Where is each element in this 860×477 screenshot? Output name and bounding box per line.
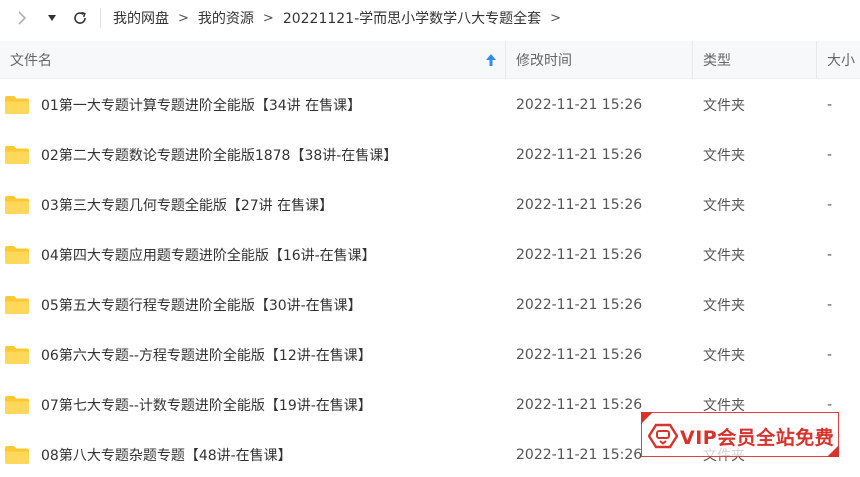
column-header-name[interactable]: 文件名 (0, 40, 506, 79)
file-name-cell: 03第三大专题几何专题全能版【27讲 在售课】 (0, 195, 506, 215)
vip-watermark-frame: VIP会员全站免费 (641, 412, 839, 457)
file-type: 文件夹 (703, 198, 745, 214)
breadcrumb-item-my-resources[interactable]: 我的资源 (198, 8, 254, 28)
breadcrumb-item-my-drive[interactable]: 我的网盘 (113, 8, 169, 28)
file-name-cell: 06第六大专题--方程专题进阶全能版【12讲-在售课】 (0, 345, 506, 365)
file-size: - (827, 197, 833, 213)
file-name: 08第八大专题杂题专题【48讲-在售课】 (41, 448, 292, 464)
file-size: - (827, 397, 833, 413)
column-header-name-label: 文件名 (10, 52, 52, 69)
breadcrumb-separator: > (262, 10, 274, 26)
file-size: - (827, 147, 833, 163)
folder-icon (5, 246, 29, 264)
column-header-modified[interactable]: 修改时间 (506, 40, 693, 79)
file-name: 01第一大专题计算专题进阶全能版【34讲 在售课】 (41, 98, 362, 114)
folder-icon (5, 346, 29, 364)
file-modified: 2022-11-21 15:26 (516, 247, 643, 263)
file-row[interactable]: 04第四大专题应用题专题进阶全能版【16讲-在售课】 2022-11-21 15… (0, 230, 860, 280)
file-type: 文件夹 (703, 98, 745, 114)
vip-logo-icon (648, 423, 678, 449)
file-name: 02第二大专题数论专题进阶全能版1878【38讲-在售课】 (41, 148, 398, 164)
folder-icon (5, 446, 29, 464)
vip-watermark-text: VIP会员全站免费 (680, 427, 835, 449)
file-modified: 2022-11-21 15:26 (516, 347, 643, 363)
column-header-type-label: 类型 (703, 52, 731, 69)
file-type: 文件夹 (703, 148, 745, 164)
file-row[interactable]: 05第五大专题行程专题进阶全能版【30讲-在售课】 2022-11-21 15:… (0, 280, 860, 330)
breadcrumb-separator: > (178, 10, 189, 26)
file-row[interactable]: 03第三大专题几何专题全能版【27讲 在售课】 2022-11-21 15:26… (0, 180, 860, 230)
file-name-cell: 04第四大专题应用题专题进阶全能版【16讲-在售课】 (0, 245, 506, 265)
column-header-type[interactable]: 类型 (693, 40, 817, 79)
file-name-cell: 08第八大专题杂题专题【48讲-在售课】 (0, 445, 506, 465)
file-name-cell: 01第一大专题计算专题进阶全能版【34讲 在售课】 (0, 95, 506, 115)
folder-icon (5, 96, 29, 114)
file-name-cell: 05第五大专题行程专题进阶全能版【30讲-在售课】 (0, 295, 506, 315)
folder-icon (5, 196, 29, 214)
toolbar-divider (100, 8, 101, 28)
file-row[interactable]: 02第二大专题数论专题进阶全能版1878【38讲-在售课】 2022-11-21… (0, 130, 860, 180)
file-type: 文件夹 (703, 298, 745, 314)
file-size: - (827, 297, 833, 313)
column-header-modified-label: 修改时间 (516, 52, 572, 69)
chevron-right-icon (18, 11, 27, 25)
navigation-toolbar: 我的网盘 > 我的资源 > 20221121-学而思小学数学八大专题全套 > (0, 0, 860, 36)
history-dropdown-button[interactable] (40, 6, 64, 30)
file-size: - (827, 247, 833, 263)
file-name: 05第五大专题行程专题进阶全能版【30讲-在售课】 (41, 298, 362, 314)
file-modified: 2022-11-21 15:26 (516, 197, 643, 213)
refresh-button[interactable] (68, 6, 92, 30)
column-header-size[interactable]: 大小 (817, 41, 860, 79)
file-name-cell: 07第七大专题--计数专题进阶全能版【19讲-在售课】 (0, 395, 506, 415)
file-type: 文件夹 (703, 348, 745, 364)
file-name: 04第四大专题应用题专题进阶全能版【16讲-在售课】 (41, 248, 376, 264)
file-list-header: 文件名 修改时间 类型 大小 (0, 40, 860, 79)
file-modified: 2022-11-21 15:26 (516, 97, 643, 113)
file-name: 03第三大专题几何专题全能版【27讲 在售课】 (41, 198, 334, 214)
column-header-size-label: 大小 (827, 52, 855, 69)
breadcrumb-separator: > (550, 10, 562, 26)
file-modified: 2022-11-21 15:26 (516, 297, 643, 313)
file-row[interactable]: 01第一大专题计算专题进阶全能版【34讲 在售课】 2022-11-21 15:… (0, 80, 860, 130)
file-size: - (827, 347, 833, 363)
folder-icon (5, 396, 29, 414)
file-type: 文件夹 (703, 248, 745, 264)
folder-icon (5, 146, 29, 164)
breadcrumb-item-current-folder[interactable]: 20221121-学而思小学数学八大专题全套 (283, 8, 541, 28)
file-size: - (827, 97, 833, 113)
file-name: 06第六大专题--方程专题进阶全能版【12讲-在售课】 (41, 348, 372, 364)
folder-icon (5, 296, 29, 314)
vip-watermark: VIP会员全站免费 (641, 412, 839, 457)
sort-ascending-icon (486, 53, 496, 66)
file-name: 07第七大专题--计数专题进阶全能版【19讲-在售课】 (41, 398, 372, 414)
caret-down-icon (48, 15, 56, 21)
refresh-icon (74, 11, 86, 24)
file-row[interactable]: 06第六大专题--方程专题进阶全能版【12讲-在售课】 2022-11-21 1… (0, 330, 860, 380)
forward-button[interactable] (10, 6, 34, 30)
file-modified: 2022-11-21 15:26 (516, 397, 643, 413)
file-modified: 2022-11-21 15:26 (516, 147, 643, 163)
file-name-cell: 02第二大专题数论专题进阶全能版1878【38讲-在售课】 (0, 145, 506, 165)
breadcrumb: 我的网盘 > 我的资源 > 20221121-学而思小学数学八大专题全套 > (113, 8, 570, 28)
